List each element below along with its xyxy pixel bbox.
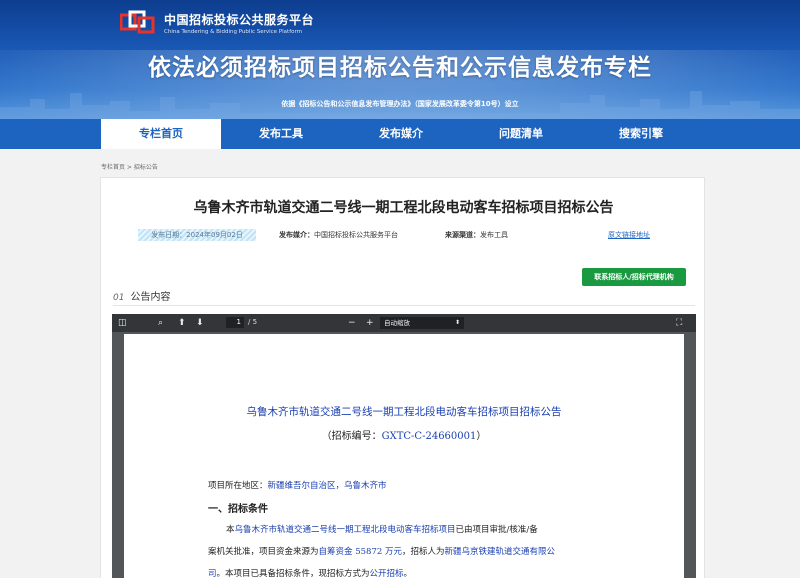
text-span: 本 [226,525,235,535]
section-number: 01 [113,293,125,303]
nav-item-faq[interactable]: 问题清单 [461,119,581,149]
nav-item-home[interactable]: 专栏首页 [101,119,221,149]
tenderer-span: 新疆乌京铁建轨道交通有限公 [444,547,555,557]
page-total: / 5 [248,318,258,326]
banner-title: 依法必须招标项目招标公告和公示信息发布专栏 [148,55,652,81]
project-location: 项目所在地区：新疆维吾尔自治区，乌鲁木齐市 [208,479,387,491]
code-value: GXTC-C-24660001 [381,431,477,442]
text-span: 。本项目已具备招标条件，现招标方式为 [216,569,370,578]
next-page-icon[interactable]: ⬇ [196,317,204,329]
breadcrumb[interactable]: 专栏首页 > 招标公告 [101,162,158,171]
nav-item-publish-tools[interactable]: 发布工具 [221,119,341,149]
text-span: 案机关批准，项目资金来源为 [208,547,319,557]
source-channel-value: 发布工具 [480,231,508,239]
source-channel: 来源渠道：发布工具 [445,229,508,241]
zoom-select[interactable]: 自动缩放 ⬍ [380,317,464,329]
article-title: 乌鲁木齐市轨道交通二号线一期工程北段电动客车招标项目招标公告 [193,200,614,216]
nav-item-publish-media[interactable]: 发布媒介 [341,119,461,149]
search-icon[interactable]: ⌕ [158,317,163,329]
document-title: 乌鲁木齐市轨道交通二号线一期工程北段电动客车招标项目招标公告 [246,406,562,418]
section-heading: 01 公告内容 [113,288,170,303]
sidebar-toggle-icon[interactable]: ◫ [118,317,127,329]
logo-chinese-name: 中国招标投标公共服务平台 [164,13,315,27]
tender-method-span: 公开招标 [369,569,404,578]
pdf-toolbar: ◫ ⌕ ⬆ ⬇ 1 / 5 − + 自动缩放 ⬍ ⛶ [112,314,696,332]
code-suffix: ） [476,431,487,442]
zoom-select-value: 自动缩放 [384,319,410,327]
section-divider [113,305,695,306]
fullscreen-icon[interactable]: ⛶ [676,317,682,329]
code-prefix: （招标编号： [321,431,382,442]
paragraph-line-2: 案机关批准，项目资金来源为自筹资金 55872 万元，招标人为新疆乌京铁建轨道交… [208,545,555,557]
text-span: ，招标人为 [401,547,445,557]
publish-date: 发布日期：2024年09月02日 [138,229,256,241]
heading-tender-conditions: 一、招标条件 [208,504,268,515]
document-code: （招标编号：GXTC-C-24660001） [124,427,684,442]
pdf-viewer: ◫ ⌕ ⬆ ⬇ 1 / 5 − + 自动缩放 ⬍ ⛶ 乌鲁木齐市轨道交通二号线一… [112,314,696,578]
original-link[interactable]: 原文链接地址 [608,229,650,241]
location-value: 新疆维吾尔自治区，乌鲁木齐市 [267,481,387,491]
text-span: 。 [403,569,413,578]
fund-span: 自筹资金 55872 万元 [318,547,402,557]
logo-mark-icon [120,10,155,34]
paragraph-line-3: 司。本项目已具备招标条件，现招标方式为公开招标。 [208,567,412,578]
source-channel-label: 来源渠道： [445,231,480,239]
header-banner: 中国招标投标公共服务平台 China Tendering & Bidding P… [0,0,800,119]
section-label: 公告内容 [130,292,171,303]
logo-english-name: China Tendering & Bidding Public Service… [164,29,303,35]
zoom-out-icon[interactable]: − [348,317,356,329]
banner-subtitle: 依据《招标公告和公示信息发布管理办法》（国家发展改革委令第10号）设立 [281,100,519,108]
location-label: 项目所在地区： [208,481,268,491]
publish-media-label: 发布媒介： [279,231,314,239]
publish-media-value: 中国招标投标公共服务平台 [314,231,398,239]
tenderer-span: 司 [208,569,217,578]
article-meta: 发布日期：2024年09月02日 发布媒介：中国招标投标公共服务平台 来源渠道：… [101,229,706,243]
nav-item-search-engine[interactable]: 搜索引擎 [581,119,701,149]
pdf-page: 乌鲁木齐市轨道交通二号线一期工程北段电动客车招标项目招标公告 （招标编号：GXT… [124,334,684,578]
project-name-span: 乌鲁木齐市轨道交通二号线一期工程北段电动客车招标项目 [234,525,456,535]
previous-page-icon[interactable]: ⬆ [178,317,186,329]
article-panel: 乌鲁木齐市轨道交通二号线一期工程北段电动客车招标项目招标公告 发布日期：2024… [100,177,705,578]
zoom-in-icon[interactable]: + [366,317,374,329]
platform-logo[interactable]: 中国招标投标公共服务平台 China Tendering & Bidding P… [120,10,314,36]
chevron-updown-icon: ⬍ [454,319,460,326]
text-span: 已由项目审批/核准/备 [455,525,538,535]
main-nav: 专栏首页 发布工具 发布媒介 问题清单 搜索引擎 [0,119,800,149]
publish-media: 发布媒介：中国招标投标公共服务平台 [279,229,398,241]
contact-tenderer-button[interactable]: 联系招标人/招标代理机构 [582,268,686,286]
page-number-input[interactable]: 1 [226,317,244,328]
paragraph-line-1: 本乌鲁木齐市轨道交通二号线一期工程北段电动客车招标项目已由项目审批/核准/备 [226,523,538,535]
